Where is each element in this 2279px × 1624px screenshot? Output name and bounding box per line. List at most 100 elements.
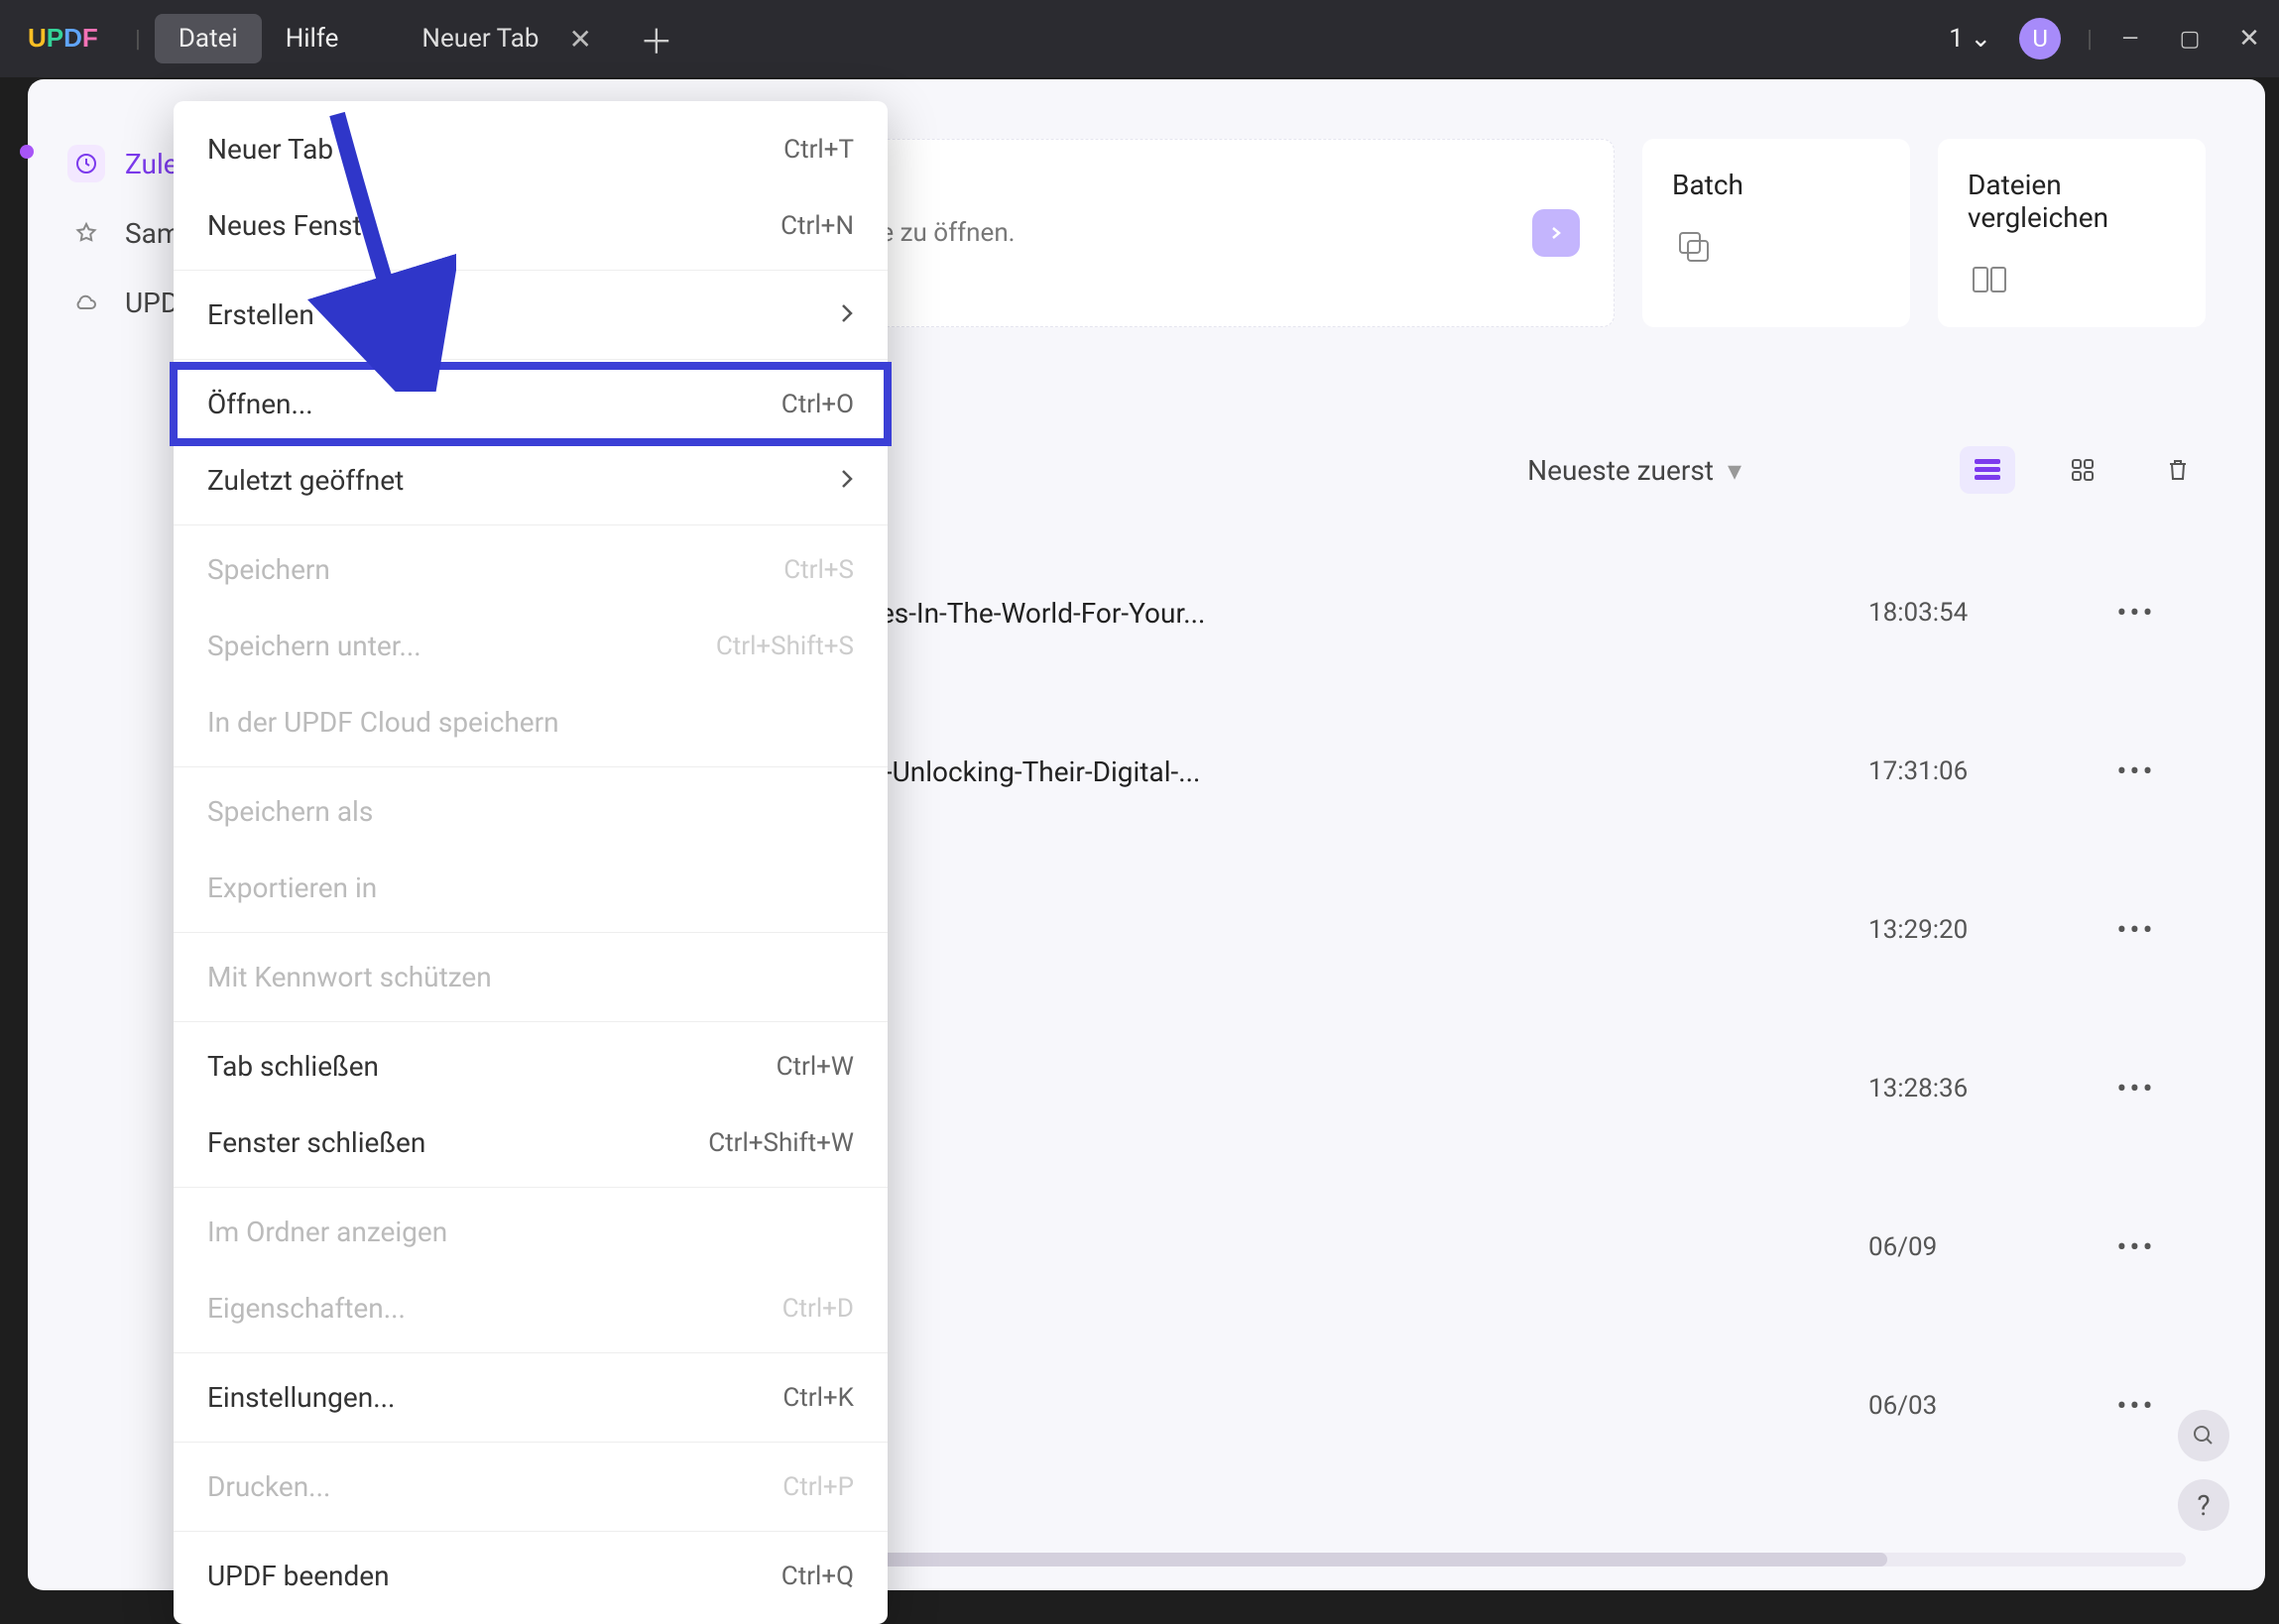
file-more-button[interactable]: ••• <box>2106 1230 2166 1265</box>
file-time: 06/09 <box>1868 1232 2106 1262</box>
menu-item-shortcut: Ctrl+Shift+S <box>716 632 854 661</box>
file-time: 13:28:36 <box>1868 1074 2106 1103</box>
menu-item-label: Öffnen... <box>207 388 313 420</box>
menu-item-label: Fenster schließen <box>207 1126 425 1159</box>
menu-separator <box>174 1021 888 1022</box>
menu-item-label: Einstellungen... <box>207 1381 395 1414</box>
file-more-button[interactable]: ••• <box>2106 596 2166 631</box>
file-more-button[interactable]: ••• <box>2106 754 2166 789</box>
card-title: Batch <box>1672 169 1880 201</box>
avatar[interactable]: U <box>2019 18 2061 59</box>
menu-item-shortcut: Ctrl+P <box>782 1472 854 1502</box>
menu-item-label: Speichern <box>207 553 330 586</box>
compare-icon <box>1968 258 2176 307</box>
menu-item[interactable]: Tab schließen Ctrl+W <box>174 1028 888 1104</box>
menu-item-label: Drucken... <box>207 1470 330 1503</box>
edge-indicator <box>20 145 34 159</box>
new-tab-button[interactable]: ＋ <box>640 15 673 63</box>
menu-item[interactable]: Neuer TabCtrl+T <box>174 111 888 187</box>
search-fab[interactable] <box>2178 1410 2229 1461</box>
menu-item-label: Neuer Tab <box>207 133 333 166</box>
menu-item-shortcut: Ctrl+Shift+W <box>708 1128 854 1158</box>
svg-text:UPDF: UPDF <box>28 24 98 53</box>
titlebar: UPDF | Datei Hilfe Neuer Tab ✕ ＋ 1 ⌄ U |… <box>0 0 2279 77</box>
view-grid-button[interactable] <box>2055 446 2110 494</box>
file-time: 17:31:06 <box>1868 756 2106 786</box>
menu-item-shortcut: Ctrl+S <box>783 555 854 585</box>
window-minimize[interactable]: — <box>2100 27 2160 52</box>
batch-icon <box>1672 225 1880 275</box>
menu-item[interactable]: Erstellen <box>174 277 888 353</box>
caret-down-icon: ▾ <box>1728 454 1741 487</box>
menu-item[interactable]: Fenster schließen Ctrl+Shift+W <box>174 1104 888 1181</box>
menu-separator <box>174 524 888 525</box>
menu-item-label: Tab schließen <box>207 1050 379 1083</box>
menu-file[interactable]: Datei <box>155 14 262 63</box>
tab-count[interactable]: 1 ⌄ <box>1949 24 1991 54</box>
menu-item-shortcut: Ctrl+Q <box>781 1562 854 1591</box>
tab-close-icon[interactable]: ✕ <box>568 23 591 56</box>
menu-item[interactable]: Öffnen... Ctrl+O <box>174 366 888 442</box>
menu-item: Eigenschaften...Ctrl+D <box>174 1270 888 1346</box>
chevron-down-icon: ⌄ <box>1970 24 1991 54</box>
menu-item: Im Ordner anzeigen <box>174 1194 888 1270</box>
view-list-button[interactable] <box>1960 446 2015 494</box>
menu-item[interactable]: Neues Fenste Ctrl+N <box>174 187 888 264</box>
menu-item: Drucken... Ctrl+P <box>174 1449 888 1525</box>
sidebar-item-label: Sam <box>125 217 180 250</box>
delete-button[interactable] <box>2150 446 2206 494</box>
file-time: 13:29:20 <box>1868 915 2106 945</box>
card-batch[interactable]: Batch <box>1642 139 1910 327</box>
menu-item[interactable]: UPDF beenden Ctrl+Q <box>174 1538 888 1614</box>
file-time: 06/03 <box>1868 1391 2106 1421</box>
sort-label: Neueste zuerst <box>1527 454 1714 487</box>
menu-separator <box>174 932 888 933</box>
menu-item-label: Exportieren in <box>207 871 377 904</box>
app-logo: UPDF <box>28 24 111 54</box>
menu-separator <box>174 1352 888 1353</box>
help-fab[interactable]: ? <box>2178 1479 2229 1531</box>
question-icon: ? <box>2197 1489 2210 1522</box>
menu-item-shortcut: Ctrl+D <box>782 1294 854 1324</box>
menu-separator <box>174 1442 888 1443</box>
menu-item-shortcut: Ctrl+O <box>781 390 854 419</box>
menu-item-shortcut: Ctrl+N <box>780 211 854 241</box>
menu-item-label: Neues Fenste <box>207 209 376 242</box>
horizontal-scrollbar[interactable] <box>692 1553 2186 1566</box>
chevron-right-icon <box>1532 209 1580 257</box>
menu-item-label: Speichern unter... <box>207 630 421 662</box>
sidebar-item-label: Zule <box>125 148 179 180</box>
card-compare[interactable]: Dateien vergleichen <box>1938 139 2206 327</box>
menu-separator <box>174 1187 888 1188</box>
menu-item: Mit Kennwort schützen <box>174 939 888 1015</box>
file-more-button[interactable]: ••• <box>2106 913 2166 948</box>
menu-item-shortcut: Ctrl+W <box>777 1052 854 1082</box>
chevron-right-icon <box>840 464 854 497</box>
file-more-button[interactable]: ••• <box>2106 1389 2166 1424</box>
chevron-right-icon <box>840 298 854 331</box>
sidebar-item-label: UPD <box>125 287 179 319</box>
menu-item-label: UPDF beenden <box>207 1560 390 1592</box>
menu-help[interactable]: Hilfe <box>262 14 363 63</box>
tab-new[interactable]: Neuer Tab ✕ <box>402 0 612 77</box>
window-maximize[interactable]: ▢ <box>2160 27 2219 52</box>
menu-item: Exportieren in <box>174 850 888 926</box>
star-icon <box>67 214 105 252</box>
file-time: 18:03:54 <box>1868 598 2106 628</box>
menu-item[interactable]: Einstellungen... Ctrl+K <box>174 1359 888 1436</box>
cloud-icon <box>67 284 105 321</box>
clock-icon <box>67 145 105 182</box>
menu-item: Speichern Ctrl+S <box>174 531 888 608</box>
file-more-button[interactable]: ••• <box>2106 1072 2166 1106</box>
menu-item-shortcut: Ctrl+K <box>782 1383 854 1413</box>
menu-item-label: Im Ordner anzeigen <box>207 1216 447 1248</box>
menu-item-label: Mit Kennwort schützen <box>207 961 492 993</box>
menu-item[interactable]: Zuletzt geöffnet <box>174 442 888 519</box>
menu-separator <box>174 766 888 767</box>
menu-separator <box>174 1531 888 1532</box>
menu-item-label: In der UPDF Cloud speichern <box>207 706 559 739</box>
card-title: Dateien vergleichen <box>1968 169 2176 234</box>
menu-item: Speichern als <box>174 773 888 850</box>
window-close[interactable]: ✕ <box>2219 24 2279 54</box>
sort-dropdown[interactable]: Neueste zuerst ▾ <box>1527 454 1741 487</box>
